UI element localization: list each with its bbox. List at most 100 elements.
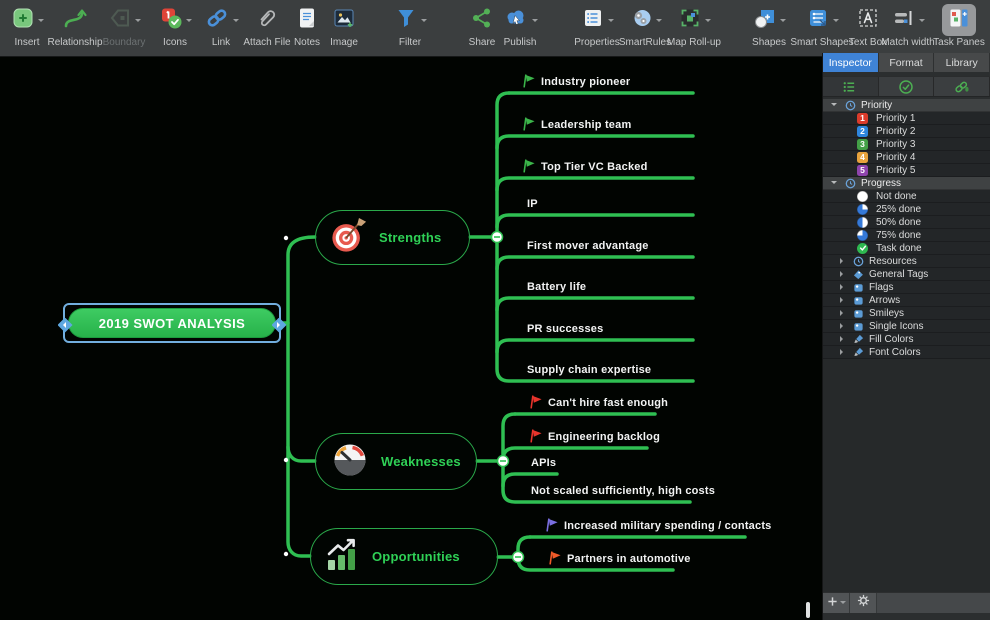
brush-icon [853,334,864,345]
subtopic[interactable]: PR successes [527,321,603,337]
match-width-icon [892,6,916,35]
subtopic-label: Increased military spending / contacts [564,520,772,532]
tree-item-50-done[interactable]: 50% done [823,216,990,229]
tree-item-not-done[interactable]: Not done [823,190,990,203]
toolbar-map-rollup[interactable]: Map Roll-up [659,4,729,48]
tree-item-priority-5[interactable]: 5Priority 5 [823,164,990,177]
central-topic-label: 2019 SWOT ANALYSIS [99,316,245,331]
box-icon [853,282,864,293]
subtopic[interactable]: Increased military spending / contacts [544,518,772,534]
tab-format[interactable]: Format [879,53,935,72]
settings-button[interactable] [850,593,877,613]
tree-item-priority-3[interactable]: 3Priority 3 [823,138,990,151]
tab-library[interactable]: Library [934,53,990,72]
tree-group-progress[interactable]: Progress [823,177,990,190]
subtopic-label: Supply chain expertise [527,364,651,376]
check-circle-icon [857,243,868,254]
subtopic[interactable]: Partners in automotive [547,551,691,567]
add-marker-button[interactable] [823,593,850,613]
tree-label: Priority 1 [876,113,915,124]
clock-check-icon[interactable] [879,77,935,96]
disclosure-icon[interactable] [831,179,840,187]
tree-item-priority-1[interactable]: 1Priority 1 [823,112,990,125]
tree-item-25-done[interactable]: 25% done [823,203,990,216]
tree-group-single-icons[interactable]: Single Icons [823,320,990,333]
tag-icon [853,269,864,280]
tree-group-font-colors[interactable]: Font Colors [823,346,990,359]
tree-group-smileys[interactable]: Smileys [823,307,990,320]
subtopic[interactable]: Leadership team [521,117,631,133]
subtopic[interactable]: Industry pioneer [521,74,630,90]
subtopic[interactable]: First mover advantage [527,238,649,254]
toolbar-label: Match width [881,37,934,48]
chevron-down-icon [421,19,427,25]
tree-item-75-done[interactable]: 75% done [823,229,990,242]
tree-item-priority-2[interactable]: 2Priority 2 [823,125,990,138]
tree-label: Arrows [869,295,900,306]
subtopic[interactable]: Supply chain expertise [527,362,651,378]
clock-icon [853,256,864,267]
disclosure-icon[interactable] [839,271,848,277]
list-icon[interactable] [823,77,879,96]
tree-group-flags[interactable]: Flags [823,281,990,294]
toolbar-image[interactable]: Image [309,4,379,48]
priority-3-icon: 3 [857,139,868,150]
box-icon [853,308,864,319]
disclosure-icon[interactable] [839,297,848,303]
toolbar-label: Task Panes [933,37,985,48]
disclosure-icon[interactable] [839,258,848,264]
boundary-tag-icon [108,6,132,35]
subtopic[interactable]: Not scaled sufficiently, high costs [531,483,715,499]
toolbar-label: Map Roll-up [667,37,721,48]
app-window: Insert Relationship Boundary Icons Link … [0,0,990,620]
disclosure-icon[interactable] [839,336,848,342]
subtopic[interactable]: Can't hire fast enough [528,395,668,411]
sidebar-tabs: Inspector Format Library [823,53,990,72]
central-topic[interactable]: 2019 SWOT ANALYSIS [68,308,276,338]
subtopic-label: First mover advantage [527,240,649,252]
subtopic[interactable]: APIs [531,455,556,471]
toolbar: Insert Relationship Boundary Icons Link … [0,0,990,57]
toolbar-label: Image [330,37,358,48]
bar-chart-icon [325,537,361,576]
disclosure-icon[interactable] [839,284,848,290]
disclosure-icon[interactable] [839,323,848,329]
link-pin-icon[interactable] [934,77,990,96]
tree-group-general-tags[interactable]: General Tags [823,268,990,281]
tab-inspector[interactable]: Inspector [823,53,879,72]
disclosure-icon[interactable] [839,310,848,316]
tree-group-arrows[interactable]: Arrows [823,294,990,307]
curved-arrow-icon [62,6,88,35]
priority-5-icon: 5 [857,165,868,176]
subtopic[interactable]: Engineering backlog [528,429,660,445]
tree-label: 25% done [876,204,921,215]
subtopic[interactable]: Battery life [527,279,586,295]
tree-item-task-done[interactable]: Task done [823,242,990,255]
tree-label: Priority [861,100,892,111]
tree-label: 75% done [876,230,921,241]
toolbar-filter[interactable]: Filter [375,4,445,48]
subtopic[interactable]: IP [527,196,538,212]
tree-group-resources[interactable]: Resources [823,255,990,268]
tree-item-priority-4[interactable]: 4Priority 4 [823,151,990,164]
flag-icon [521,116,536,134]
clock-icon [845,100,856,111]
toolbar-task-panes[interactable]: Task Panes [928,4,990,48]
toolbar-label: Shapes [752,37,786,48]
topic-weaknesses[interactable]: Weaknesses [315,433,477,490]
chevron-down-icon [840,601,846,607]
map-canvas[interactable]: 2019 SWOT ANALYSIS Strengths Weaknesses … [0,57,822,620]
subtopic-label: Not scaled sufficiently, high costs [531,485,715,497]
tree-group-priority[interactable]: Priority [823,99,990,112]
toolbar-publish[interactable]: Publish [485,4,555,48]
tree-label: Resources [869,256,917,267]
toolbar-label: Boundary [103,37,146,48]
topic-strengths[interactable]: Strengths [315,210,470,265]
tree-group-fill-colors[interactable]: Fill Colors [823,333,990,346]
canvas-scrollbar-thumb[interactable] [806,602,810,618]
flag-icon [521,158,536,176]
disclosure-icon[interactable] [839,349,848,355]
disclosure-icon[interactable] [831,101,840,109]
topic-opportunities[interactable]: Opportunities [310,528,498,585]
subtopic[interactable]: Top Tier VC Backed [521,159,648,175]
